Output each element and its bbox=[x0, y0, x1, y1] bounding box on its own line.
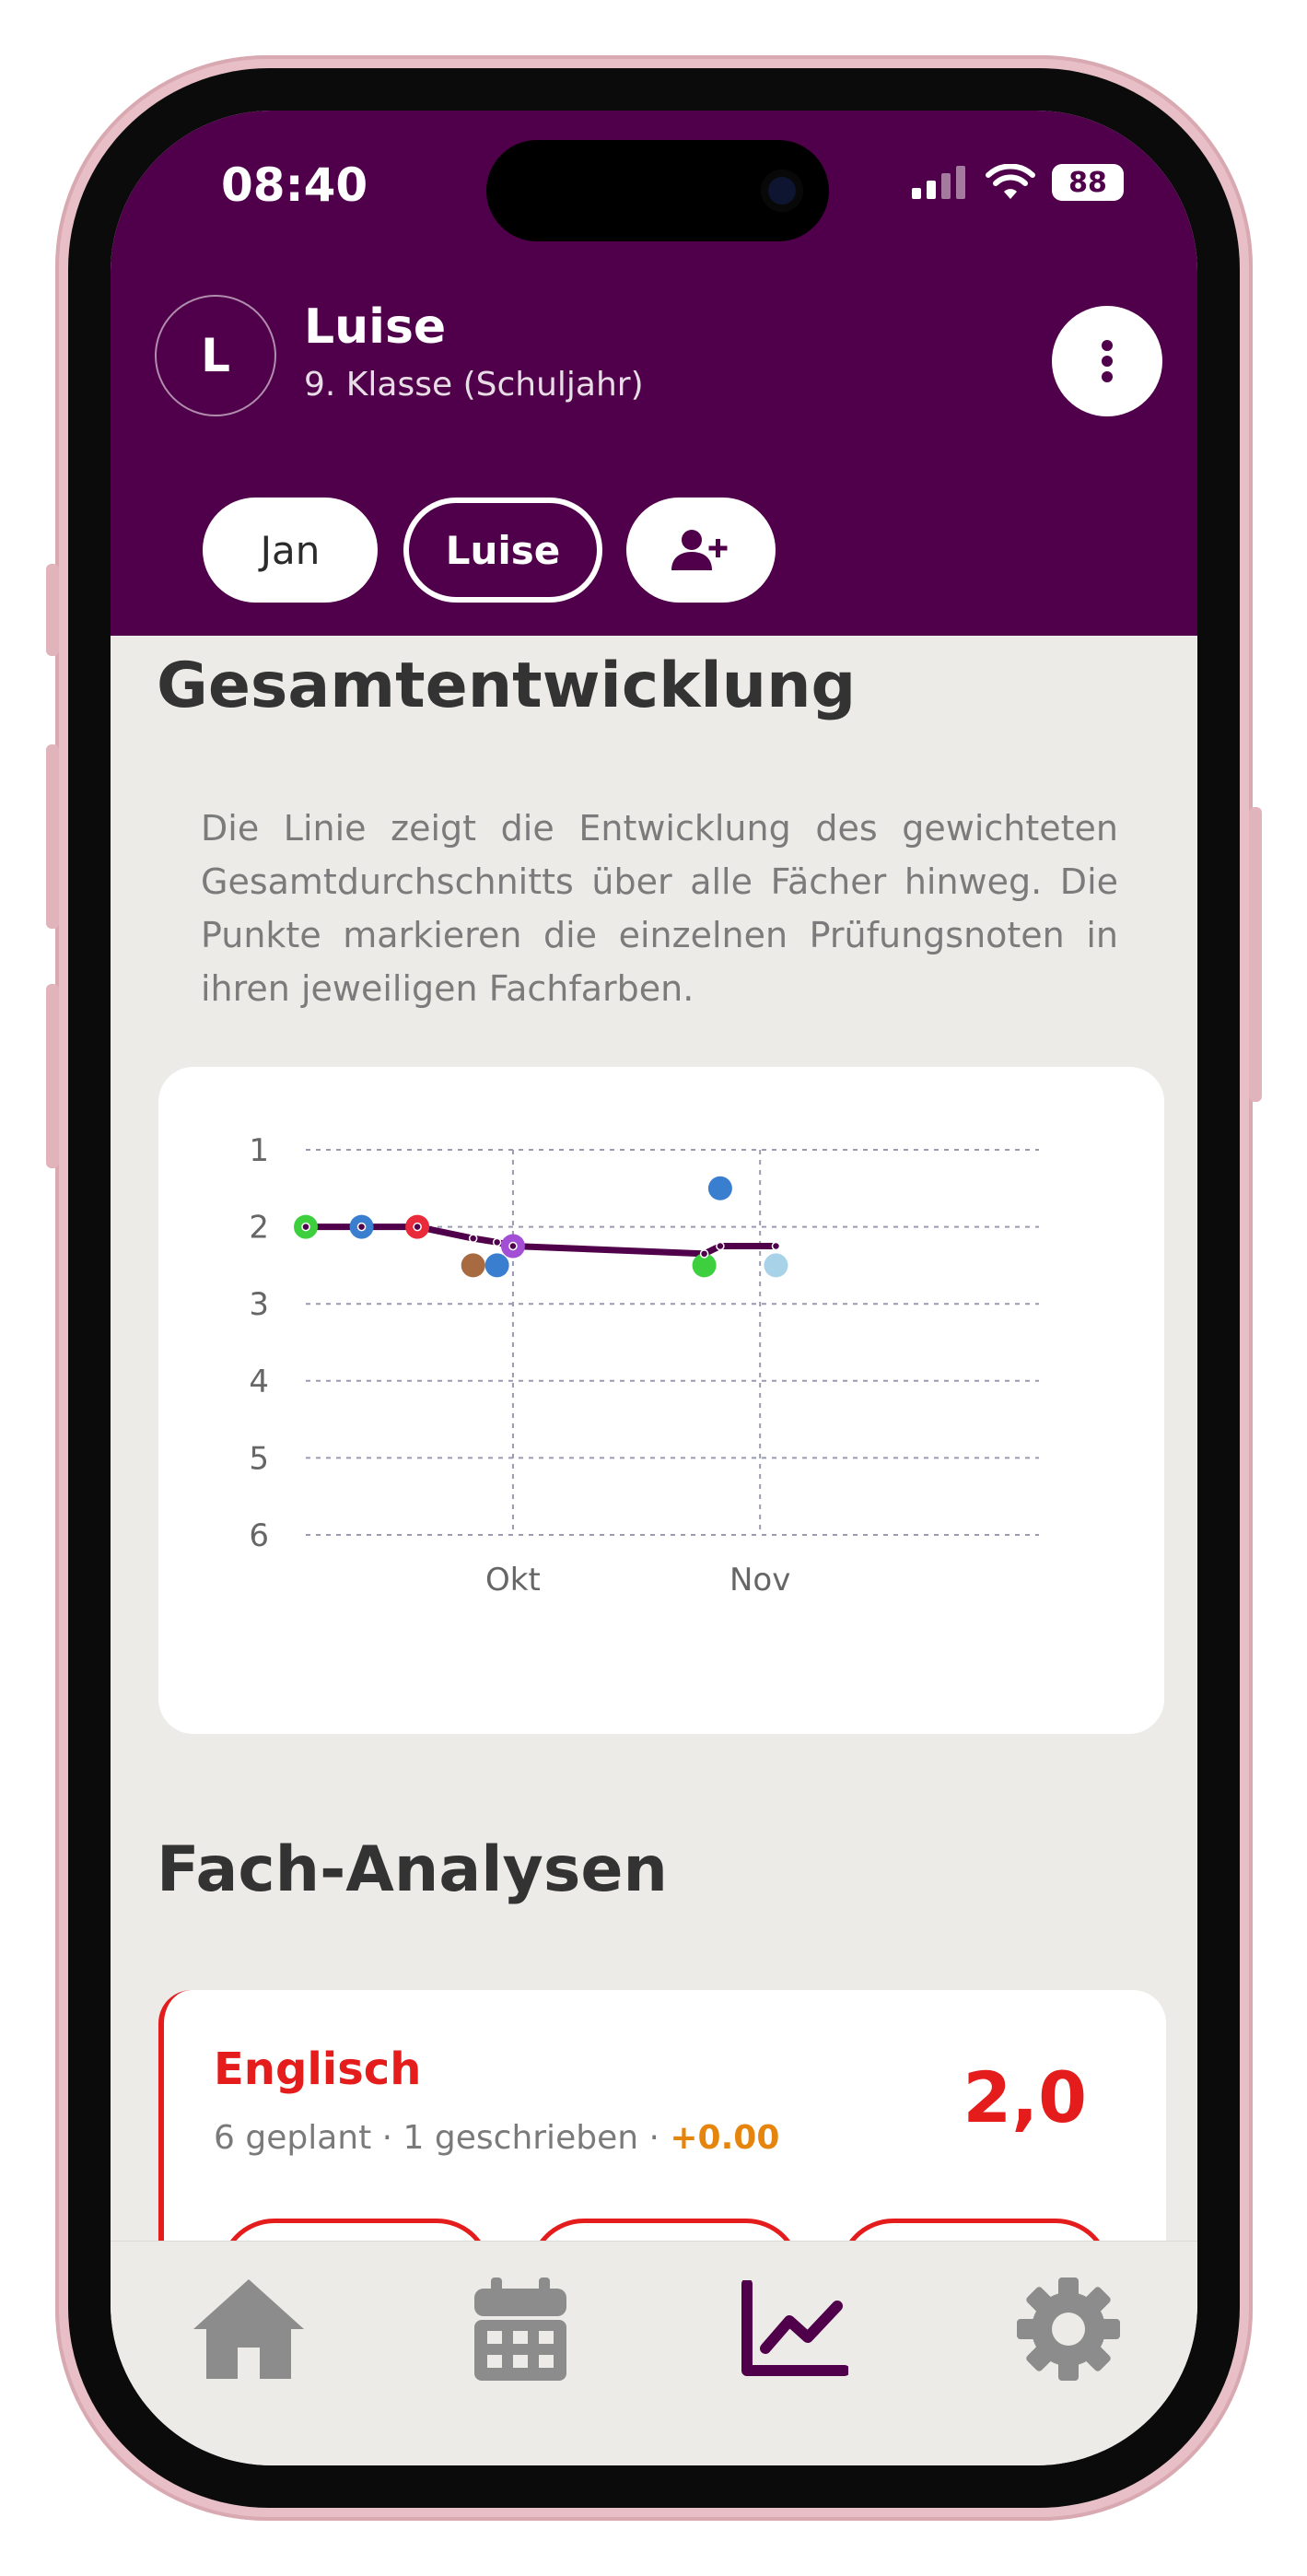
grade-point bbox=[707, 1176, 732, 1200]
more-vertical-icon bbox=[1102, 340, 1113, 382]
overview-chart-card: 1 2 3 4 5 6 Okt Nov bbox=[158, 1067, 1164, 1734]
avatar[interactable]: L bbox=[155, 295, 276, 416]
app-header: 08:40 88 L Luise 9. Klasse (Schuljahr) J… bbox=[111, 111, 1197, 636]
add-student-button[interactable] bbox=[626, 498, 776, 603]
volume-up-button bbox=[46, 744, 59, 929]
y-tick-label: 4 bbox=[249, 1364, 269, 1400]
subject-grade: 2,0 bbox=[963, 2056, 1087, 2138]
app-screen: 08:40 88 L Luise 9. Klasse (Schuljahr) J… bbox=[111, 111, 1197, 2465]
average-point bbox=[468, 1234, 478, 1243]
y-tick-label: 2 bbox=[249, 1210, 269, 1247]
calendar-icon bbox=[474, 2277, 566, 2381]
y-tick-label: 1 bbox=[249, 1132, 269, 1169]
average-point bbox=[699, 1249, 709, 1259]
subject-planned: 6 geplant bbox=[214, 2119, 372, 2157]
meta-separator: · bbox=[638, 2119, 671, 2157]
student-chip-luise[interactable]: Luise bbox=[403, 498, 602, 603]
y-tick-label: 6 bbox=[249, 1517, 269, 1554]
overview-description: Die Linie zeigt die Entwicklung des gewi… bbox=[201, 808, 1118, 1009]
gear-icon bbox=[1017, 2277, 1120, 2381]
wifi-icon bbox=[986, 164, 1035, 199]
nav-calendar[interactable] bbox=[461, 2269, 580, 2389]
grade-point bbox=[764, 1253, 788, 1278]
profile-class: 9. Klasse (Schuljahr) bbox=[304, 366, 644, 404]
subject-trend: +0.00 bbox=[670, 2119, 780, 2157]
overview-chart: 1 2 3 4 5 6 Okt Nov bbox=[249, 1132, 1039, 1598]
profile-name: Luise bbox=[304, 299, 447, 355]
grade-point bbox=[461, 1253, 485, 1278]
average-point bbox=[301, 1222, 310, 1232]
subject-written: 1 geschrieben bbox=[403, 2119, 639, 2157]
subject-name: Englisch bbox=[214, 2043, 422, 2095]
average-point bbox=[492, 1237, 502, 1247]
average-point bbox=[356, 1222, 367, 1232]
overview-title: Gesamtentwicklung bbox=[157, 650, 857, 722]
volume-down-button bbox=[46, 984, 59, 1168]
analyses-title: Fach-Analysen bbox=[157, 1833, 668, 1906]
signal-icon bbox=[912, 166, 965, 199]
y-tick-label: 3 bbox=[249, 1286, 269, 1323]
home-icon bbox=[193, 2279, 304, 2379]
average-point bbox=[508, 1241, 518, 1251]
average-point bbox=[771, 1241, 781, 1251]
nav-settings[interactable] bbox=[1009, 2269, 1128, 2389]
chart-icon bbox=[741, 2280, 848, 2376]
x-tick-label: Okt bbox=[485, 1562, 541, 1598]
student-chip-jan[interactable]: Jan bbox=[203, 498, 378, 603]
meta-separator: · bbox=[371, 2119, 403, 2157]
battery-icon: 88 bbox=[1052, 164, 1124, 201]
y-tick-label: 5 bbox=[249, 1440, 269, 1477]
average-point bbox=[716, 1241, 725, 1251]
front-camera bbox=[761, 170, 803, 212]
status-time: 08:40 bbox=[221, 158, 368, 212]
action-button bbox=[46, 564, 59, 656]
average-point bbox=[413, 1222, 422, 1232]
bottom-nav bbox=[111, 2241, 1197, 2465]
power-button bbox=[1249, 807, 1262, 1102]
nav-analytics[interactable] bbox=[735, 2269, 855, 2389]
dynamic-island bbox=[486, 140, 829, 241]
more-menu-button[interactable] bbox=[1052, 306, 1162, 416]
add-user-icon bbox=[671, 530, 728, 570]
status-icons: 88 bbox=[912, 164, 1124, 201]
nav-home[interactable] bbox=[189, 2269, 309, 2389]
grade-point bbox=[484, 1253, 509, 1278]
subject-meta: 6 geplant · 1 geschrieben · +0.00 bbox=[214, 2119, 779, 2157]
x-tick-label: Nov bbox=[729, 1562, 790, 1598]
